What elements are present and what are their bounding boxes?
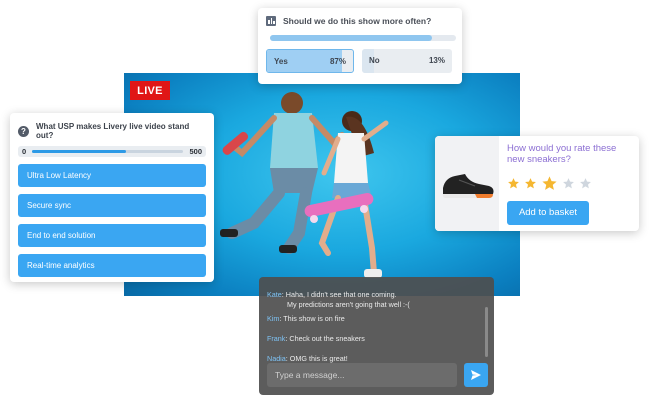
bar-chart-icon <box>266 16 276 26</box>
sneaker-image <box>435 136 499 231</box>
poll-question: Should we do this show more often? <box>283 16 432 26</box>
slider-max-label: 500 <box>189 147 202 156</box>
chat-message: Kim: This show is on fire <box>267 314 345 324</box>
chat-text-continued: My predictions aren't going that well :-… <box>287 299 410 309</box>
chat-username: Nadia <box>267 353 286 363</box>
slider-track[interactable] <box>32 150 184 153</box>
poll-option-yes[interactable]: Yes 87% <box>266 49 354 73</box>
question-icon: ? <box>18 125 29 137</box>
chat-username: Kate <box>267 290 282 299</box>
star-rating[interactable] <box>507 175 627 192</box>
star-filled-icon[interactable] <box>541 175 558 192</box>
star-empty-icon[interactable] <box>579 177 592 190</box>
star-empty-icon[interactable] <box>562 177 575 190</box>
poll-option-percent: 13% <box>428 56 445 65</box>
poll-question: What USP makes Livery live video stand o… <box>36 122 190 140</box>
chat-message-input[interactable] <box>267 363 457 387</box>
send-button[interactable] <box>464 363 488 387</box>
star-filled-icon[interactable] <box>507 177 520 190</box>
poll-option-label: No <box>369 56 380 65</box>
add-to-basket-button[interactable]: Add to basket <box>507 200 589 225</box>
poll-options-list: Ultra Low Latency Secure sync End to end… <box>18 164 206 277</box>
poll-option-real-time-analytics[interactable]: Real-time analytics <box>18 254 206 277</box>
chat-scrollbar[interactable] <box>485 307 488 357</box>
poll-option-percent: 87% <box>329 57 346 66</box>
chat-message: Kate: Haha, I didn't see that one coming… <box>267 290 410 309</box>
poll-option-no[interactable]: No 13% <box>362 49 452 73</box>
send-icon <box>471 370 481 380</box>
show-frequency-poll: Should we do this show more often? Yes 8… <box>258 8 462 84</box>
poll-progress-bar <box>270 35 456 41</box>
chat-message: Frank: Check out the sneakers <box>267 334 365 344</box>
poll-header: Should we do this show more often? <box>266 16 454 26</box>
live-badge: LIVE <box>130 81 170 100</box>
poll-option-label: Yes <box>274 57 288 66</box>
chat-username: Kim <box>267 314 280 324</box>
usp-poll: ? What USP makes Livery live video stand… <box>10 113 214 282</box>
poll-header: ? What USP makes Livery live video stand… <box>18 122 206 140</box>
sneaker-icon <box>442 174 494 198</box>
star-filled-icon[interactable] <box>524 177 537 190</box>
poll-slider[interactable]: 0 500 <box>18 146 206 157</box>
chat-text: Haha, I didn't see that one coming. <box>285 290 397 299</box>
chat-username: Frank <box>267 334 286 344</box>
slider-min-label: 0 <box>22 147 27 156</box>
chat-text: Check out the sneakers <box>289 334 365 344</box>
poll-progress-fill <box>270 35 432 41</box>
slider-fill <box>32 150 126 153</box>
poll-option-ultra-low-latency[interactable]: Ultra Low Latency <box>18 164 206 187</box>
poll-option-secure-sync[interactable]: Secure sync <box>18 194 206 217</box>
product-rating-card: How would you rate these new sneakers? A… <box>435 136 639 231</box>
poll-option-end-to-end[interactable]: End to end solution <box>18 224 206 247</box>
rating-question: How would you rate these new sneakers? <box>507 143 617 166</box>
chat-text: This show is on fire <box>283 314 345 324</box>
chat-panel: Kate: Haha, I didn't see that one coming… <box>259 277 494 395</box>
chat-text: OMG this is great! <box>289 353 348 363</box>
